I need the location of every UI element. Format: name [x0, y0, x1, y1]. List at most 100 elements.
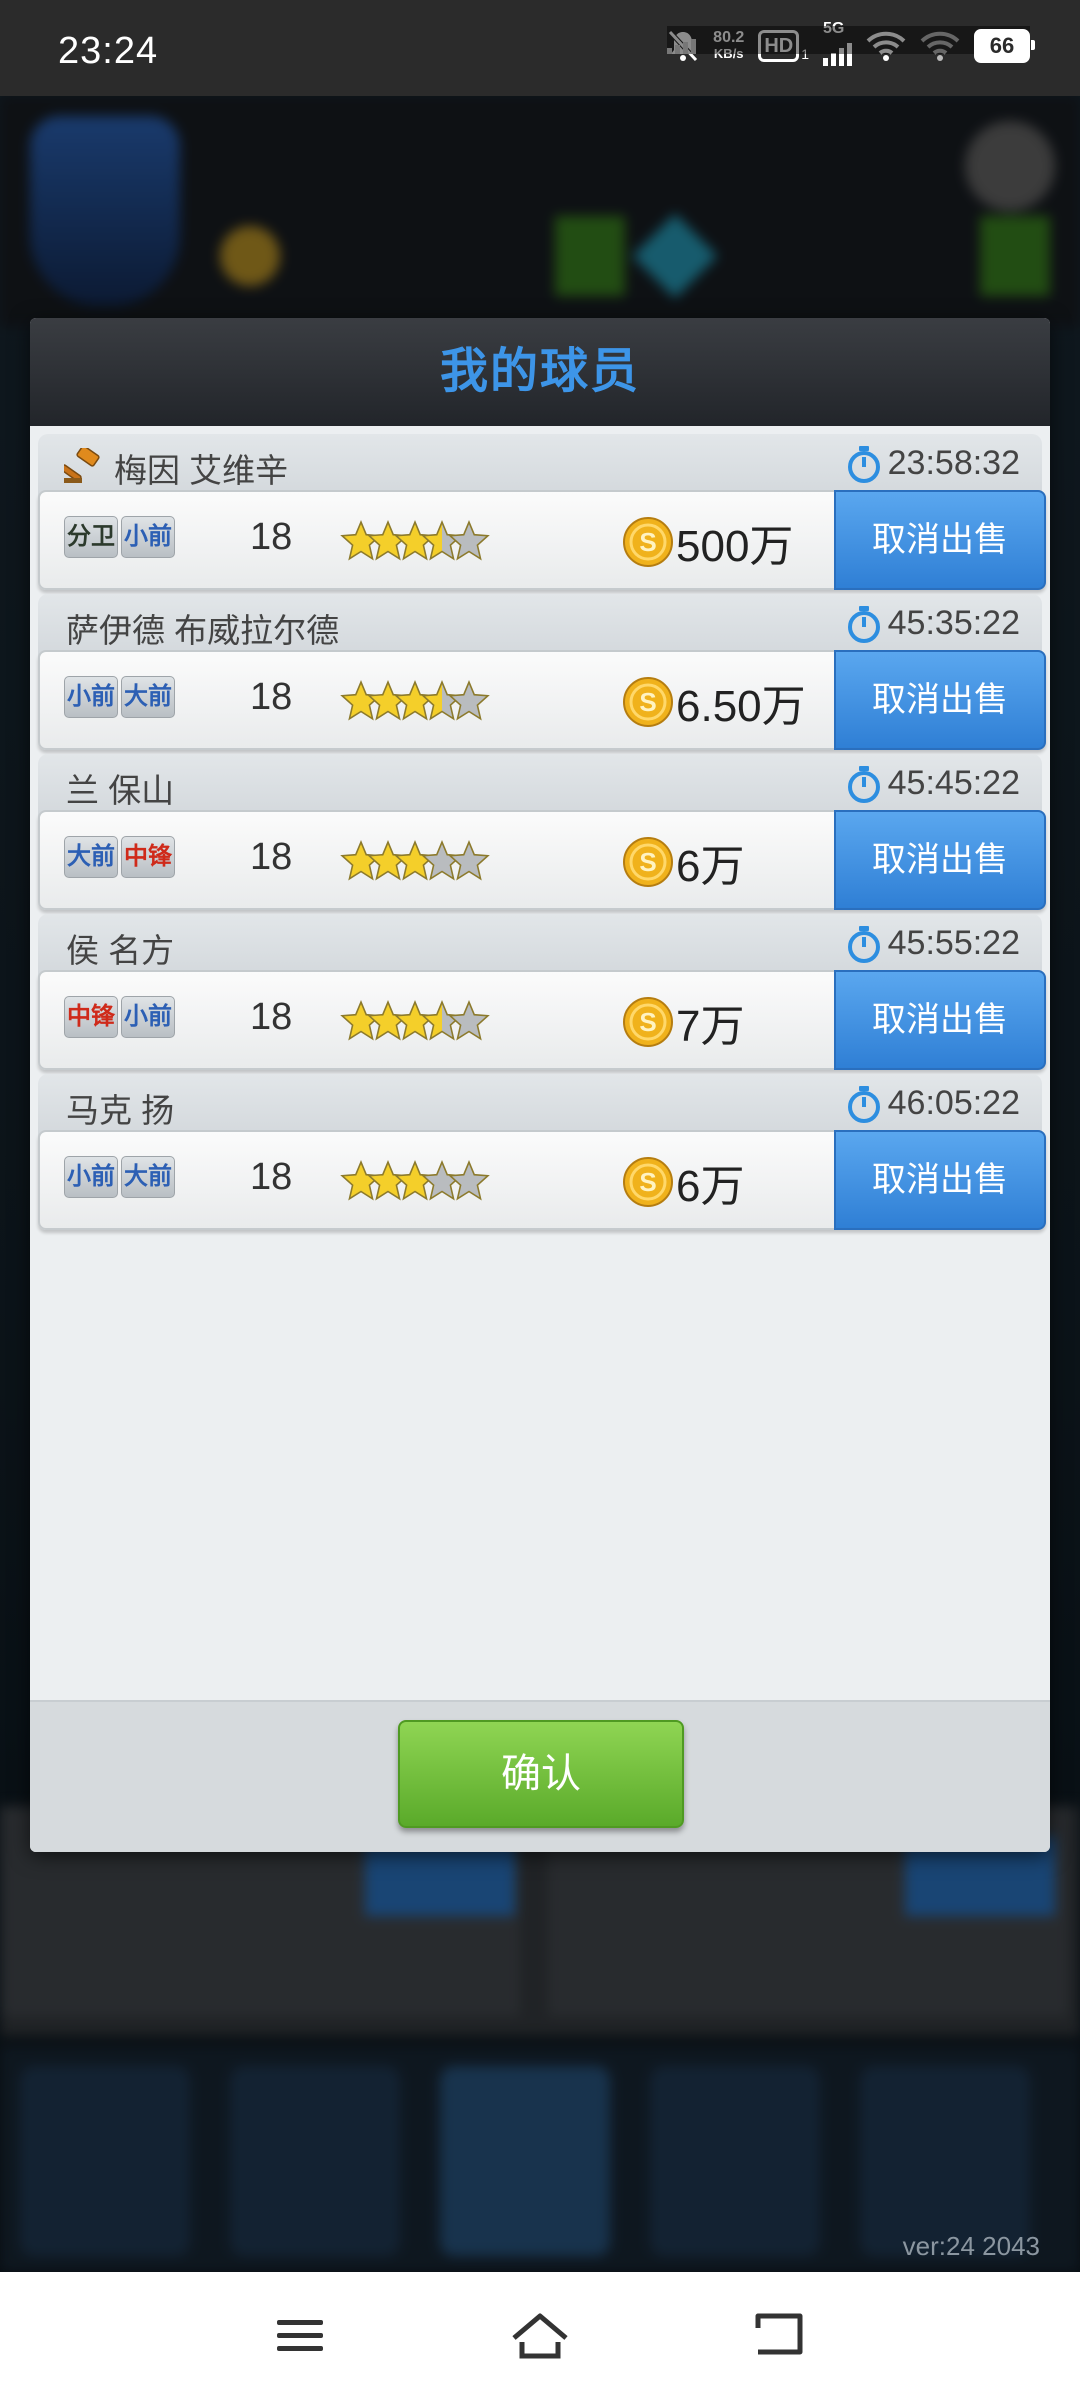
player-name-bar: 梅因 艾维辛 23:58:32: [38, 434, 1042, 498]
player-age: 18: [250, 836, 293, 878]
stopwatch-icon: [847, 605, 880, 643]
position-tag: 大前: [121, 676, 175, 718]
sale-timer: 45:45:22: [846, 764, 1020, 803]
svg-text:S: S: [639, 847, 656, 877]
player-row: 梅因 艾维辛 23:58:32 分卫 小前 18 S 500万 取消出售: [38, 434, 1046, 602]
status-bar: 23:24 80.2 KB/s HD 1 5G 66: [0, 0, 1080, 96]
player-row: 兰 保山 45:45:22 大前 中锋 18 S 6万 取消出售: [38, 754, 1046, 922]
player-row: 侯 名方 45:55:22 中锋 小前 18 S 7万 取消出售: [38, 914, 1046, 1082]
sale-timer-text: 45:35:22: [887, 604, 1020, 642]
player-name-bar: 兰 保山 45:45:22: [38, 754, 1042, 818]
player-card: 小前 大前 18 S 6万 取消出售: [38, 1130, 1046, 1230]
player-name: 梅因 艾维辛: [114, 452, 289, 489]
cancel-sale-button[interactable]: 取消出售: [834, 810, 1046, 910]
my-players-dialog: 我的球员 梅因 艾维辛 23:58:32 分卫 小前 18 S 500万 取消出售 萨伊德 布威…: [30, 318, 1050, 1852]
star-rating: [340, 520, 490, 561]
sale-price: S 6万: [622, 1150, 744, 1214]
star-rating: [340, 1160, 490, 1201]
star-rating: [340, 1000, 490, 1041]
cancel-sale-button[interactable]: 取消出售: [834, 970, 1046, 1070]
sale-timer: 23:58:32: [846, 444, 1020, 483]
sale-price: S 500万: [622, 510, 793, 574]
position-tag: 大前: [64, 836, 118, 878]
svg-text:S: S: [639, 527, 656, 557]
position-tag: 小前: [121, 996, 175, 1038]
stopwatch-icon: [847, 925, 880, 963]
svg-text:S: S: [639, 687, 656, 717]
menu-icon[interactable]: [260, 2300, 340, 2370]
sale-timer-text: 46:05:22: [887, 1084, 1020, 1122]
svg-text:S: S: [639, 1007, 656, 1037]
sale-timer-text: 23:58:32: [887, 444, 1020, 482]
player-row: 马克 扬 46:05:22 小前 大前 18 S 6万 取消出售: [38, 1074, 1046, 1242]
player-list: 梅因 艾维辛 23:58:32 分卫 小前 18 S 500万 取消出售 萨伊德 布威拉尔德 45…: [38, 434, 1046, 1292]
position-tag: 大前: [121, 1156, 175, 1198]
sale-price-value: 7万: [676, 1002, 745, 1051]
sale-timer: 45:55:22: [846, 924, 1020, 963]
system-nav-bar: [0, 2272, 1080, 2400]
battery-level: 66: [989, 33, 1015, 58]
player-row: 萨伊德 布威拉尔德 45:35:22 小前 大前 18 S 6.50万 取消出售: [38, 594, 1046, 762]
status-time: 23:24: [58, 30, 159, 72]
position-tag: 分卫: [64, 516, 118, 558]
back-icon[interactable]: [740, 2300, 820, 2370]
star-icon: [448, 680, 490, 721]
position-tags: 分卫 小前: [64, 516, 175, 558]
home-icon[interactable]: [500, 2300, 580, 2370]
star-rating: [340, 680, 490, 721]
sale-timer-text: 45:55:22: [887, 924, 1020, 962]
sale-price-value: 6万: [676, 1162, 745, 1211]
player-card: 大前 中锋 18 S 6万 取消出售: [38, 810, 1046, 910]
sale-timer: 46:05:22: [846, 1084, 1020, 1123]
player-age: 18: [250, 996, 293, 1038]
position-tag: 中锋: [64, 996, 118, 1038]
sale-timer-text: 45:45:22: [887, 764, 1020, 802]
star-rating: [340, 840, 490, 881]
sale-price: S 6.50万: [622, 670, 806, 734]
player-card: 分卫 小前 18 S 500万 取消出售: [38, 490, 1046, 590]
player-name: 侯 名方: [66, 932, 175, 969]
gold-coin-icon: S: [623, 517, 673, 567]
gold-coin-icon: S: [623, 837, 673, 887]
player-name: 兰 保山: [66, 772, 175, 809]
player-name-bar: 马克 扬 46:05:22: [38, 1074, 1042, 1138]
position-tags: 小前 大前: [64, 1156, 175, 1198]
player-name: 萨伊德 布威拉尔德: [66, 612, 340, 649]
sale-price-value: 6.50万: [676, 682, 806, 731]
dialog-footer: 确认: [30, 1700, 1050, 1852]
player-card: 小前 大前 18 S 6.50万 取消出售: [38, 650, 1046, 750]
star-icon: [448, 1000, 490, 1041]
version-label: ver:24 2043: [902, 2231, 1040, 2261]
player-name: 马克 扬: [66, 1092, 175, 1129]
gold-coin-icon: S: [623, 677, 673, 727]
confirm-button[interactable]: 确认: [398, 1720, 684, 1828]
dialog-title: 我的球员: [30, 318, 1050, 426]
player-card: 中锋 小前 18 S 7万 取消出售: [38, 970, 1046, 1070]
cancel-sale-button[interactable]: 取消出售: [834, 490, 1046, 590]
player-age: 18: [250, 1156, 293, 1198]
cancel-sale-button[interactable]: 取消出售: [834, 1130, 1046, 1230]
position-tag: 小前: [121, 516, 175, 558]
position-tags: 中锋 小前: [64, 996, 175, 1038]
star-icon: [448, 840, 490, 881]
sale-price-value: 500万: [676, 522, 794, 571]
battery-icon: 66: [974, 29, 1035, 63]
star-icon: [448, 520, 490, 561]
player-name-bar: 侯 名方 45:55:22: [38, 914, 1042, 978]
sale-price: S 7万: [622, 990, 744, 1054]
position-tag: 小前: [64, 1156, 118, 1198]
player-age: 18: [250, 516, 293, 558]
cancel-sale-button[interactable]: 取消出售: [834, 650, 1046, 750]
gold-coin-icon: S: [623, 1157, 673, 1207]
sale-timer: 45:35:22: [846, 604, 1020, 643]
auction-hammer-icon: [64, 448, 100, 483]
sale-price: S 6万: [622, 830, 744, 894]
sale-price-value: 6万: [676, 842, 745, 891]
svg-text:S: S: [639, 1167, 656, 1197]
star-icon: [448, 1160, 490, 1201]
position-tags: 大前 中锋: [64, 836, 175, 878]
player-name-bar: 萨伊德 布威拉尔德 45:35:22: [38, 594, 1042, 658]
stopwatch-icon: [847, 1085, 880, 1123]
gold-coin-icon: S: [623, 997, 673, 1047]
player-age: 18: [250, 676, 293, 718]
